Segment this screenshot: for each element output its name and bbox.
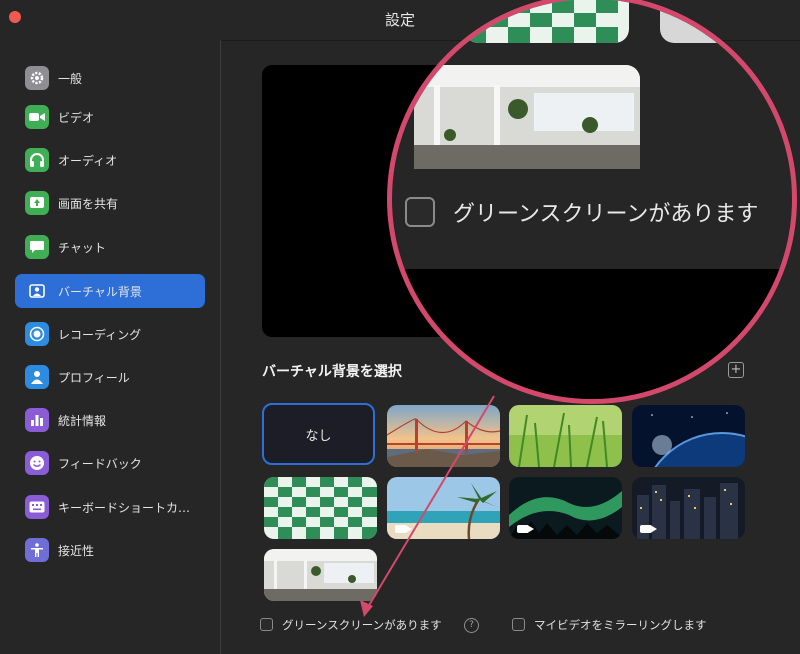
callout-arrow: [360, 395, 495, 617]
